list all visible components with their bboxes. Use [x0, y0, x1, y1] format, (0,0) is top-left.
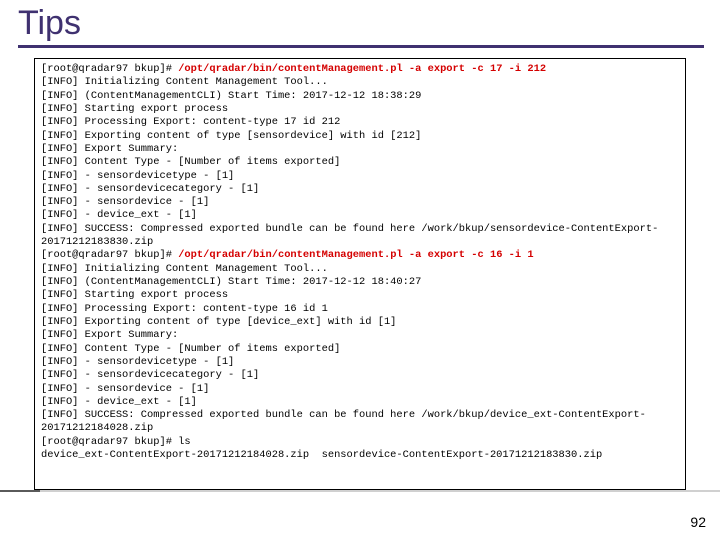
footer-divider	[0, 490, 720, 492]
shell-prompt: [root@qradar97 bkup]#	[41, 249, 178, 261]
log-block: [INFO] Initializing Content Management T…	[41, 263, 646, 435]
title-area: Tips	[0, 0, 720, 48]
slide-title: Tips	[18, 4, 720, 45]
ls-output: device_ext-ContentExport-20171212184028.…	[41, 449, 602, 461]
slide: Tips [root@qradar97 bkup]# /opt/qradar/b…	[0, 0, 720, 540]
log-block: [INFO] Initializing Content Management T…	[41, 76, 658, 248]
shell-prompt: [root@qradar97 bkup]#	[41, 63, 178, 75]
shell-command: /opt/qradar/bin/contentManagement.pl -a …	[178, 249, 533, 261]
title-underline	[18, 45, 704, 48]
footer-divider-accent	[0, 490, 40, 492]
page-number: 92	[690, 514, 706, 530]
shell-prompt: [root@qradar97 bkup]# ls	[41, 436, 191, 448]
shell-command: /opt/qradar/bin/contentManagement.pl -a …	[178, 63, 546, 75]
terminal-output: [root@qradar97 bkup]# /opt/qradar/bin/co…	[34, 58, 686, 490]
